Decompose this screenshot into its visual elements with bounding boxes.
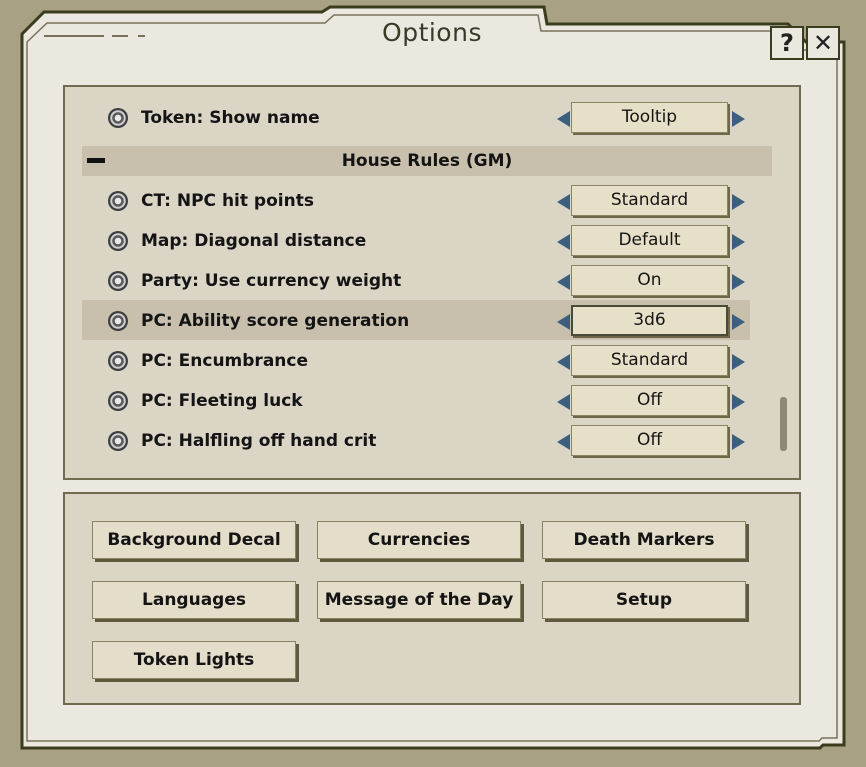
option-label: Party: Use currency weight (141, 271, 402, 291)
option-value-select[interactable]: Standard (571, 185, 728, 216)
next-value-arrow-icon[interactable] (732, 194, 745, 210)
prev-value-arrow-icon[interactable] (557, 274, 570, 290)
death-markers-button[interactable]: Death Markers (542, 521, 746, 559)
option-label: PC: Halfling off hand crit (141, 431, 377, 451)
gear-icon (108, 311, 128, 331)
next-value-arrow-icon[interactable] (732, 314, 745, 330)
group-title: House Rules (GM) (341, 151, 513, 171)
options-list-panel: Token: Show name Tooltip House Rules (GM… (63, 85, 801, 480)
option-value-select[interactable]: Default (571, 225, 728, 256)
next-value-arrow-icon[interactable] (732, 354, 745, 370)
next-value-arrow-icon[interactable] (732, 274, 745, 290)
option-value-select[interactable]: 3d6 (571, 305, 728, 336)
prev-value-arrow-icon[interactable] (557, 434, 570, 450)
next-value-arrow-icon[interactable] (732, 434, 745, 450)
message-of-the-day-button[interactable]: Message of the Day (317, 581, 521, 619)
window-title: Options (382, 18, 482, 47)
gear-icon (108, 351, 128, 371)
prev-value-arrow-icon[interactable] (557, 111, 570, 127)
background-decal-button[interactable]: Background Decal (92, 521, 296, 559)
option-row-map-diagonal-distance: Map: Diagonal distance Default (82, 222, 750, 260)
option-label: PC: Fleeting luck (141, 391, 303, 411)
prev-value-arrow-icon[interactable] (557, 354, 570, 370)
option-row-pc-encumbrance: PC: Encumbrance Standard (82, 342, 750, 380)
gear-icon (108, 191, 128, 211)
option-label: PC: Encumbrance (141, 351, 308, 371)
option-value-select[interactable]: Standard (571, 345, 728, 376)
option-label: Token: Show name (141, 108, 320, 128)
gear-icon (108, 431, 128, 451)
next-value-arrow-icon[interactable] (732, 394, 745, 410)
help-icon: ? (780, 29, 794, 57)
option-row-pc-fleeting-luck: PC: Fleeting luck Off (82, 382, 750, 420)
option-row-party-currency-weight: Party: Use currency weight On (82, 262, 750, 300)
option-value-select[interactable]: Off (571, 425, 728, 456)
option-label: PC: Ability score generation (141, 311, 410, 331)
option-label: CT: NPC hit points (141, 191, 314, 211)
help-button[interactable]: ? (770, 26, 804, 60)
next-value-arrow-icon[interactable] (732, 111, 745, 127)
next-value-arrow-icon[interactable] (732, 234, 745, 250)
scrollbar-thumb[interactable] (780, 397, 787, 451)
languages-button[interactable]: Languages (92, 581, 296, 619)
option-row-pc-halfling-off-hand-crit: PC: Halfling off hand crit Off (82, 422, 750, 460)
close-icon: ✕ (812, 29, 834, 57)
currencies-button[interactable]: Currencies (317, 521, 521, 559)
gear-icon (108, 108, 128, 128)
option-value-select[interactable]: Off (571, 385, 728, 416)
option-row-token-show-name: Token: Show name Tooltip (82, 99, 750, 137)
option-row-pc-ability-score-generation: PC: Ability score generation 3d6 (82, 300, 750, 340)
option-value-select[interactable]: Tooltip (571, 102, 728, 133)
gear-icon (108, 391, 128, 411)
option-label: Map: Diagonal distance (141, 231, 367, 251)
close-button[interactable]: ✕ (806, 26, 840, 60)
option-row-ct-npc-hit-points: CT: NPC hit points Standard (82, 182, 750, 220)
gear-icon (108, 231, 128, 251)
option-value-select[interactable]: On (571, 265, 728, 296)
setup-button[interactable]: Setup (542, 581, 746, 619)
prev-value-arrow-icon[interactable] (557, 394, 570, 410)
gear-icon (108, 271, 128, 291)
group-header-house-rules[interactable]: House Rules (GM) (82, 146, 772, 176)
prev-value-arrow-icon[interactable] (557, 314, 570, 330)
prev-value-arrow-icon[interactable] (557, 194, 570, 210)
prev-value-arrow-icon[interactable] (557, 234, 570, 250)
options-buttons-panel: Background Decal Currencies Death Marker… (63, 492, 801, 705)
token-lights-button[interactable]: Token Lights (92, 641, 296, 679)
